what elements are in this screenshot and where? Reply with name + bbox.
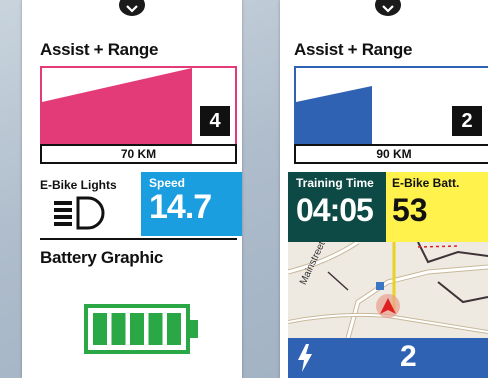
assist-range-title: Assist + Range	[294, 40, 413, 59]
chevron-down-icon	[126, 5, 138, 13]
assist-level-gauge: 4	[40, 66, 237, 146]
assist-level-gauge: 2	[294, 66, 488, 146]
left-device-screen: Assist + Range 4 70 KM E-Bike Lights Spe…	[22, 0, 242, 378]
battery-segment	[93, 313, 107, 345]
assist-level-badge: 4	[200, 106, 230, 136]
page-down-tab[interactable]	[119, 0, 145, 16]
range-readout: 70 KM	[40, 144, 237, 164]
battery-segment	[167, 313, 181, 345]
page-down-tab[interactable]	[375, 0, 401, 16]
headlight-icon	[54, 196, 105, 230]
chevron-down-icon	[382, 5, 394, 13]
navigation-map[interactable]: Mainstreet	[288, 242, 488, 338]
right-device-screen: Assist + Range 2 90 KM Training Time 04:…	[280, 0, 488, 378]
battery-segment	[111, 313, 126, 345]
ebike-battery-value: 53	[392, 192, 428, 228]
training-time-label: Training Time	[296, 176, 374, 190]
field-divider	[40, 238, 237, 240]
assist-level-badge: 2	[452, 106, 482, 136]
battery-graphic-title: Battery Graphic	[40, 248, 164, 267]
speed-field: Speed 14.7	[141, 172, 242, 236]
ebike-battery-field: E-Bike Batt. 53	[386, 172, 488, 242]
training-time-field: Training Time 04:05	[288, 172, 386, 242]
assist-range-title: Assist + Range	[40, 40, 159, 59]
ebike-lights-label: E-Bike Lights	[40, 178, 117, 192]
ebike-battery-label: E-Bike Batt.	[392, 176, 460, 190]
battery-segment	[148, 313, 163, 345]
range-readout: 90 KM	[294, 144, 488, 164]
lightning-icon	[298, 344, 312, 372]
battery-segment	[130, 313, 144, 345]
training-time-value: 04:05	[296, 192, 374, 228]
battery-icon	[84, 304, 198, 354]
speed-value: 14.7	[149, 188, 212, 226]
assist-mode-bar: 2	[288, 338, 488, 378]
assist-mode-value: 2	[400, 340, 417, 373]
